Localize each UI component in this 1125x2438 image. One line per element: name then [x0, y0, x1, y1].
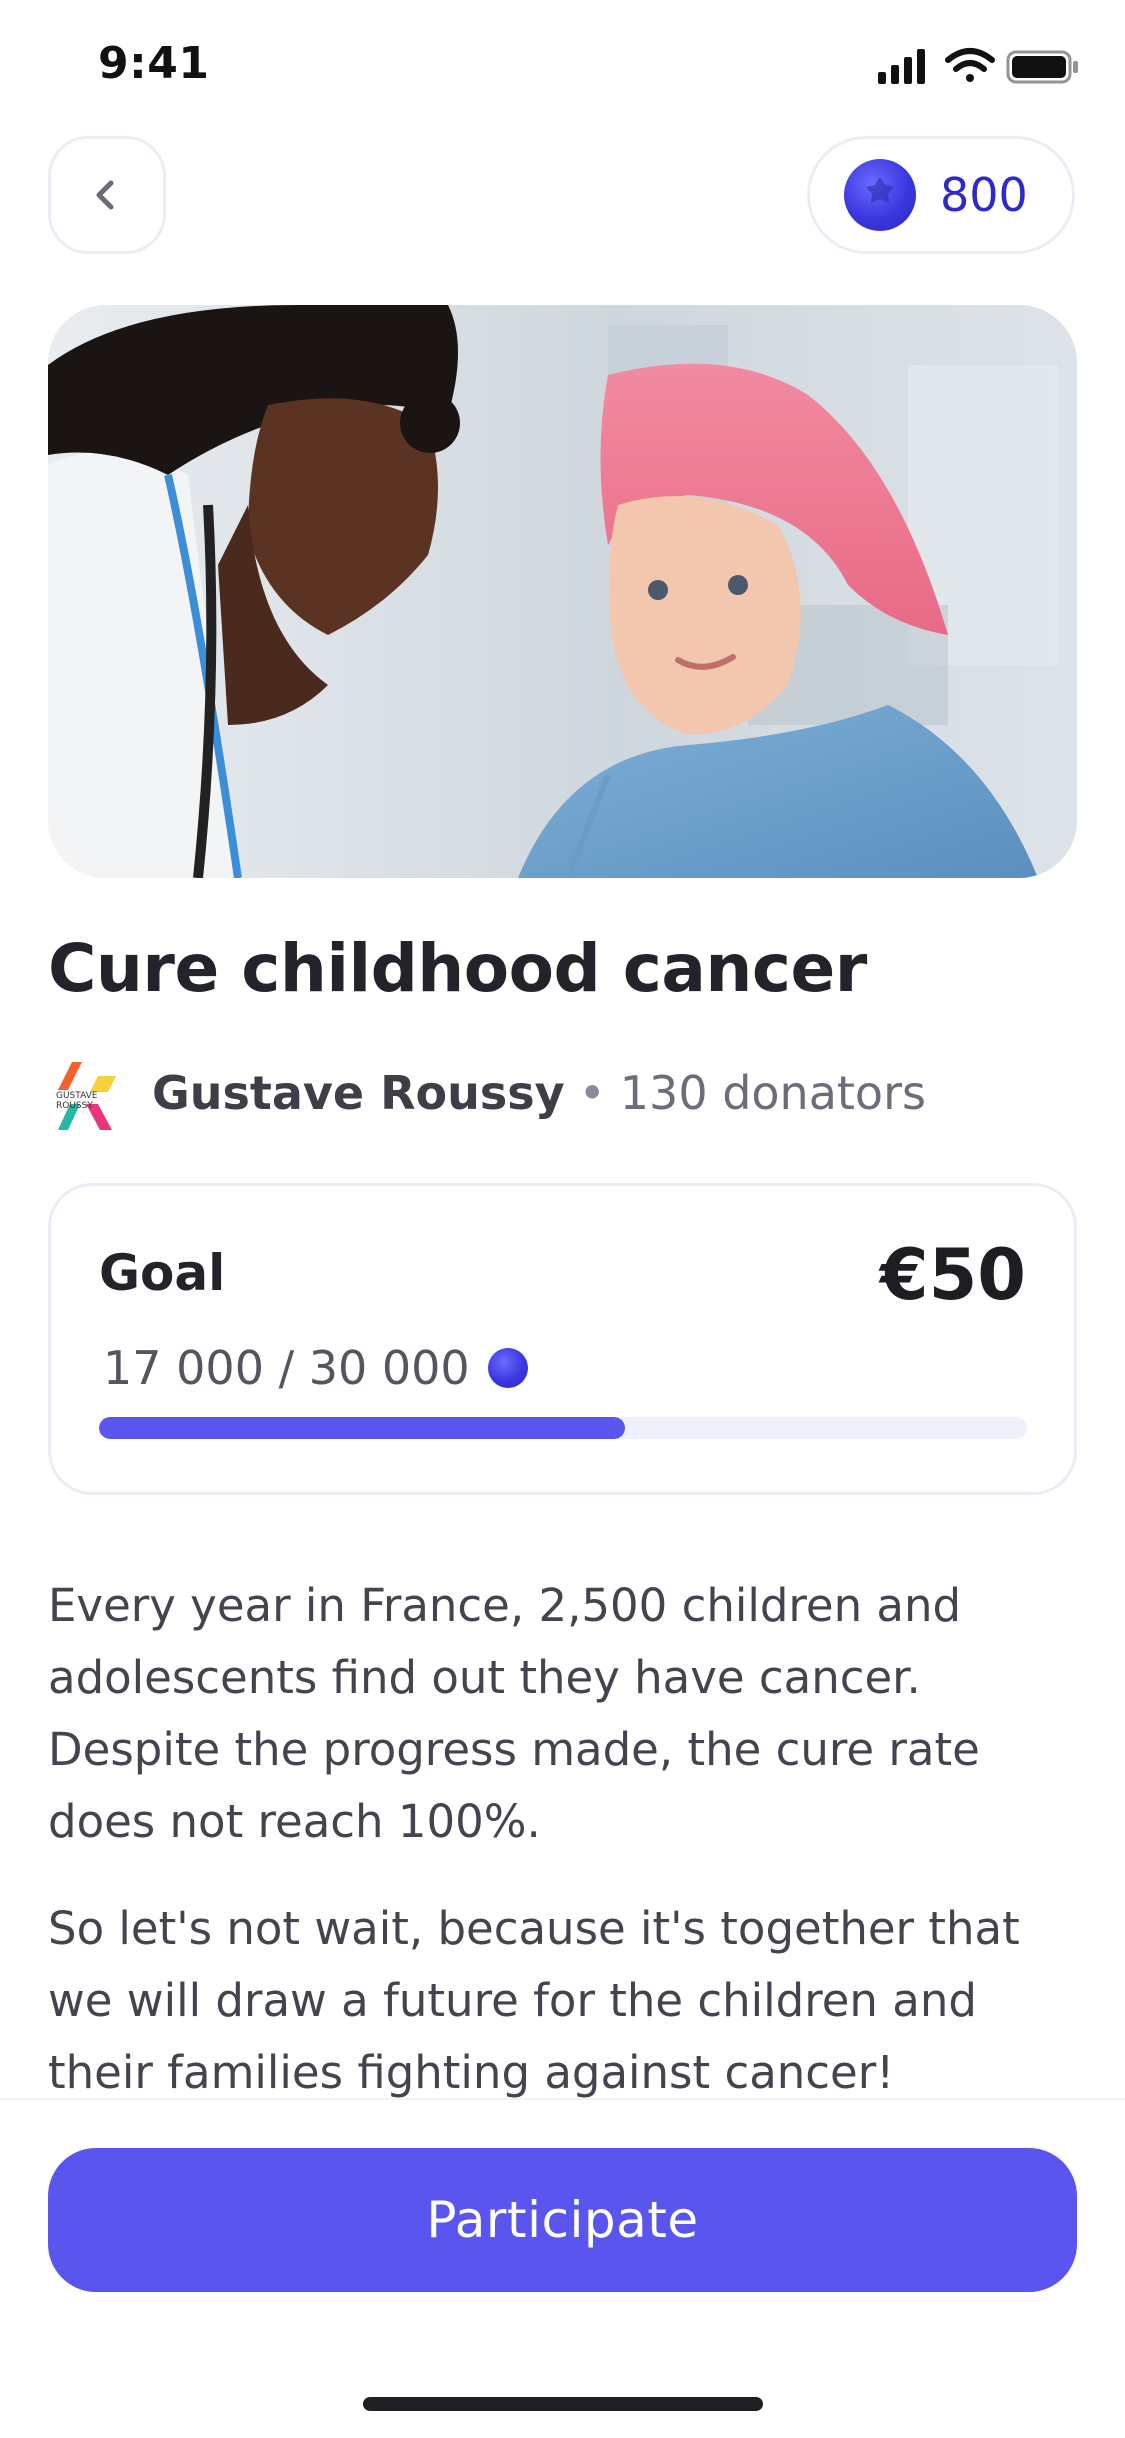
description-paragraph-2: So let's not wait, because it's together… — [48, 1902, 1020, 2099]
participate-button[interactable]: Participate — [48, 2148, 1077, 2292]
campaign-hero-image — [48, 305, 1077, 878]
organization-name[interactable]: Gustave Roussy — [152, 1066, 565, 1120]
status-icons — [878, 46, 1080, 86]
separator-dot: • — [578, 1066, 606, 1120]
status-time: 9:41 — [98, 38, 210, 89]
home-indicator — [363, 2397, 763, 2411]
coin-icon — [487, 1348, 528, 1388]
progress-bar-fill — [99, 1417, 625, 1439]
donators-count: 130 donators — [619, 1066, 926, 1120]
goal-amount: €50 — [879, 1234, 1026, 1316]
svg-text:GUSTAVE: GUSTAVE — [56, 1091, 98, 1101]
chevron-left-icon — [96, 180, 114, 210]
goal-progress-text: 17 000 / 30 000 — [103, 1341, 470, 1395]
goal-label: Goal — [99, 1244, 226, 1302]
organization-row: Gustave Roussy • 130 donators — [152, 1066, 926, 1120]
svg-text:ROUSSY: ROUSSY — [56, 1101, 93, 1111]
balance-badge[interactable]: 800 — [807, 136, 1075, 254]
campaign-title: Cure childhood cancer — [48, 930, 867, 1007]
description-paragraph-1: Every year in France, 2,500 children and… — [48, 1579, 980, 1848]
wifi-icon — [945, 48, 995, 82]
goal-card: Goal €50 17 000 / 30 000 — [48, 1183, 1077, 1495]
organization-logo: GUSTAVE ROUSSY — [50, 1058, 124, 1132]
coin-icon — [844, 159, 916, 231]
progress-bar — [99, 1417, 1027, 1439]
balance-value: 800 — [940, 168, 1028, 222]
back-button[interactable] — [48, 136, 166, 254]
goal-progress: 17 000 / 30 000 — [103, 1341, 528, 1395]
signal-icon — [878, 49, 925, 84]
battery-icon — [1006, 50, 1078, 84]
